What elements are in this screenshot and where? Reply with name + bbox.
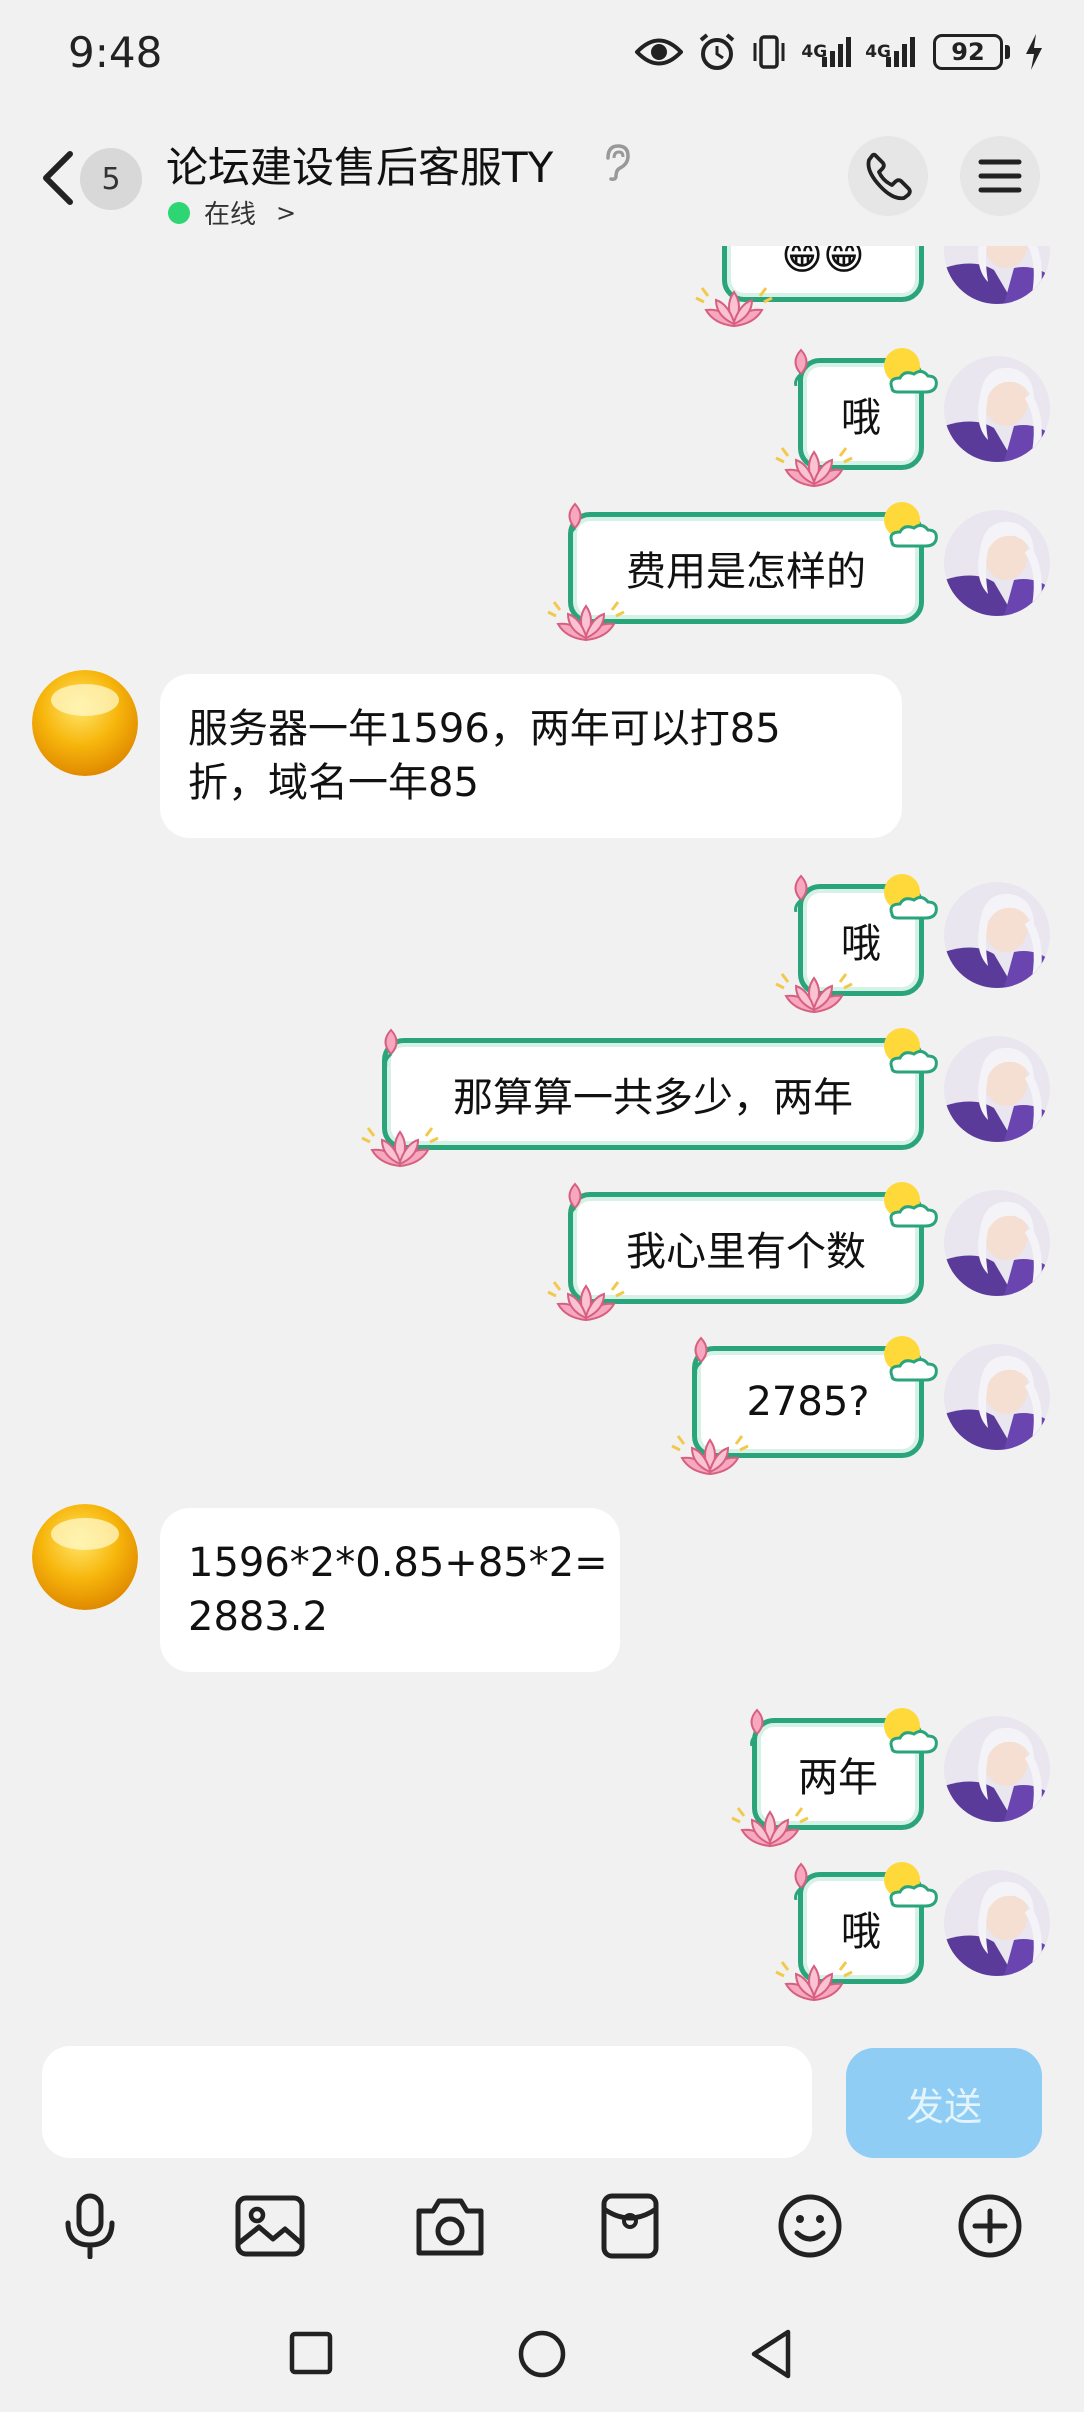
battery-level: 92: [933, 34, 1003, 70]
my-avatar[interactable]: [944, 1344, 1050, 1450]
vibrate-icon: [751, 33, 787, 71]
sun-cloud-icon: [878, 496, 942, 552]
call-button[interactable]: [848, 136, 928, 216]
camera-button[interactable]: [410, 2186, 490, 2266]
lotus-sticker-icon: [546, 1260, 626, 1330]
sun-cloud-icon: [878, 1330, 942, 1386]
message-text: 2785?: [746, 1379, 870, 1425]
message-text: 费用是怎样的: [626, 549, 866, 595]
bud-icon: [742, 1706, 772, 1746]
message-text-line: 折，域名一年85: [188, 760, 479, 806]
back-nav-button[interactable]: [742, 2324, 802, 2384]
message-text: 那算算一共多少，两年: [453, 1075, 853, 1121]
message-text-line: 服务器一年1596，两年可以打85: [188, 706, 781, 752]
menu-button[interactable]: [960, 136, 1040, 216]
voice-button[interactable]: [50, 2186, 130, 2266]
bud-icon: [786, 346, 816, 386]
menu-icon: [978, 159, 1022, 193]
alarm-icon: [697, 32, 737, 72]
bud-icon: [786, 1860, 816, 1900]
bud-icon: [376, 1026, 406, 1066]
message-bubble[interactable]: 1596*2*0.85+85*2= 2883.2: [160, 1508, 620, 1672]
lotus-sticker-icon: [774, 1940, 854, 2010]
message-text: 我心里有个数: [626, 1229, 866, 1275]
sun-cloud-icon: [878, 1022, 942, 1078]
battery-icon: 92: [933, 34, 1010, 70]
bud-icon: [686, 1334, 716, 1374]
camera-icon: [416, 2198, 484, 2256]
my-avatar[interactable]: [944, 510, 1050, 616]
input-toolbar: [0, 2180, 1084, 2290]
chevron-left-icon: [43, 151, 73, 205]
message-list[interactable]: 😁😁 哦 费用是怎样的 服务器一年1596，两年可以打85 折，域名一年85 哦…: [0, 246, 1084, 2030]
unread-badge[interactable]: 5: [80, 148, 142, 210]
sun-cloud-icon: [878, 868, 942, 924]
more-button[interactable]: [950, 2186, 1030, 2266]
my-avatar[interactable]: [944, 1870, 1050, 1976]
my-avatar[interactable]: [944, 1036, 1050, 1142]
chat-header: 5 论坛建设售后客服TY 在线 >: [0, 110, 1084, 246]
square-icon: [289, 2331, 333, 2375]
image-icon: [235, 2195, 305, 2257]
home-button[interactable]: [512, 2324, 572, 2384]
chat-title[interactable]: 论坛建设售后客服TY: [166, 134, 553, 195]
online-dot: [168, 201, 190, 224]
my-avatar[interactable]: [944, 246, 1050, 304]
lotus-sticker-icon: [694, 266, 774, 336]
online-status[interactable]: 在线 >: [168, 194, 296, 231]
online-status-label: 在线: [204, 200, 257, 230]
bud-icon: [560, 1180, 590, 1220]
sun-cloud-icon: [878, 1702, 942, 1758]
message-text: 两年: [798, 1755, 878, 1801]
contact-avatar[interactable]: [32, 1504, 138, 1610]
plus-icon: [958, 2194, 1022, 2258]
red-packet-icon: [601, 2193, 659, 2259]
status-bar: 9:48 4G 4G 92: [0, 0, 1084, 110]
status-time: 9:48: [68, 28, 163, 77]
input-area: 发送: [0, 2030, 1084, 2300]
image-button[interactable]: [230, 2186, 310, 2266]
circle-icon: [518, 2330, 566, 2378]
status-icons: 4G 4G 92: [635, 32, 1044, 72]
message-text-line: 1596*2*0.85+85*2=: [188, 1540, 608, 1586]
signal-1-icon: 4G: [801, 35, 852, 69]
recents-button[interactable]: [282, 2324, 342, 2384]
ear-icon: [600, 142, 634, 182]
lotus-sticker-icon: [670, 1414, 750, 1484]
signal-2-icon: 4G: [865, 35, 919, 69]
message-text-line: 2883.2: [188, 1594, 328, 1640]
sun-cloud-icon: [878, 1176, 942, 1232]
phone-icon: [866, 152, 912, 201]
message-bubble[interactable]: 那算算一共多少，两年: [382, 1038, 924, 1150]
send-button[interactable]: 发送: [846, 2048, 1042, 2158]
my-avatar[interactable]: [944, 882, 1050, 988]
message-text: 😁😁: [781, 246, 865, 279]
lotus-sticker-icon: [360, 1106, 440, 1176]
contact-avatar[interactable]: [32, 670, 138, 776]
bud-icon: [560, 500, 590, 540]
message-input[interactable]: [42, 2046, 812, 2158]
my-avatar[interactable]: [944, 356, 1050, 462]
bud-icon: [786, 872, 816, 912]
chevron-right-icon: >: [276, 198, 297, 227]
emoji-icon: [778, 2194, 842, 2258]
system-nav-bar: [0, 2300, 1084, 2412]
lotus-sticker-icon: [774, 952, 854, 1022]
triangle-back-icon: [751, 2329, 791, 2379]
eye-icon: [635, 35, 684, 69]
message-bubble[interactable]: 服务器一年1596，两年可以打85 折，域名一年85: [160, 674, 902, 838]
lotus-sticker-icon: [730, 1786, 810, 1856]
sun-cloud-icon: [878, 1856, 942, 1912]
sun-cloud-icon: [878, 342, 942, 398]
red-packet-button[interactable]: [590, 2186, 670, 2266]
my-avatar[interactable]: [944, 1716, 1050, 1822]
emoji-button[interactable]: [770, 2186, 850, 2266]
microphone-icon: [65, 2193, 115, 2259]
lotus-sticker-icon: [774, 426, 854, 496]
charging-icon: [1024, 34, 1044, 70]
my-avatar[interactable]: [944, 1190, 1050, 1296]
lotus-sticker-icon: [546, 580, 626, 650]
back-button[interactable]: [36, 150, 84, 206]
